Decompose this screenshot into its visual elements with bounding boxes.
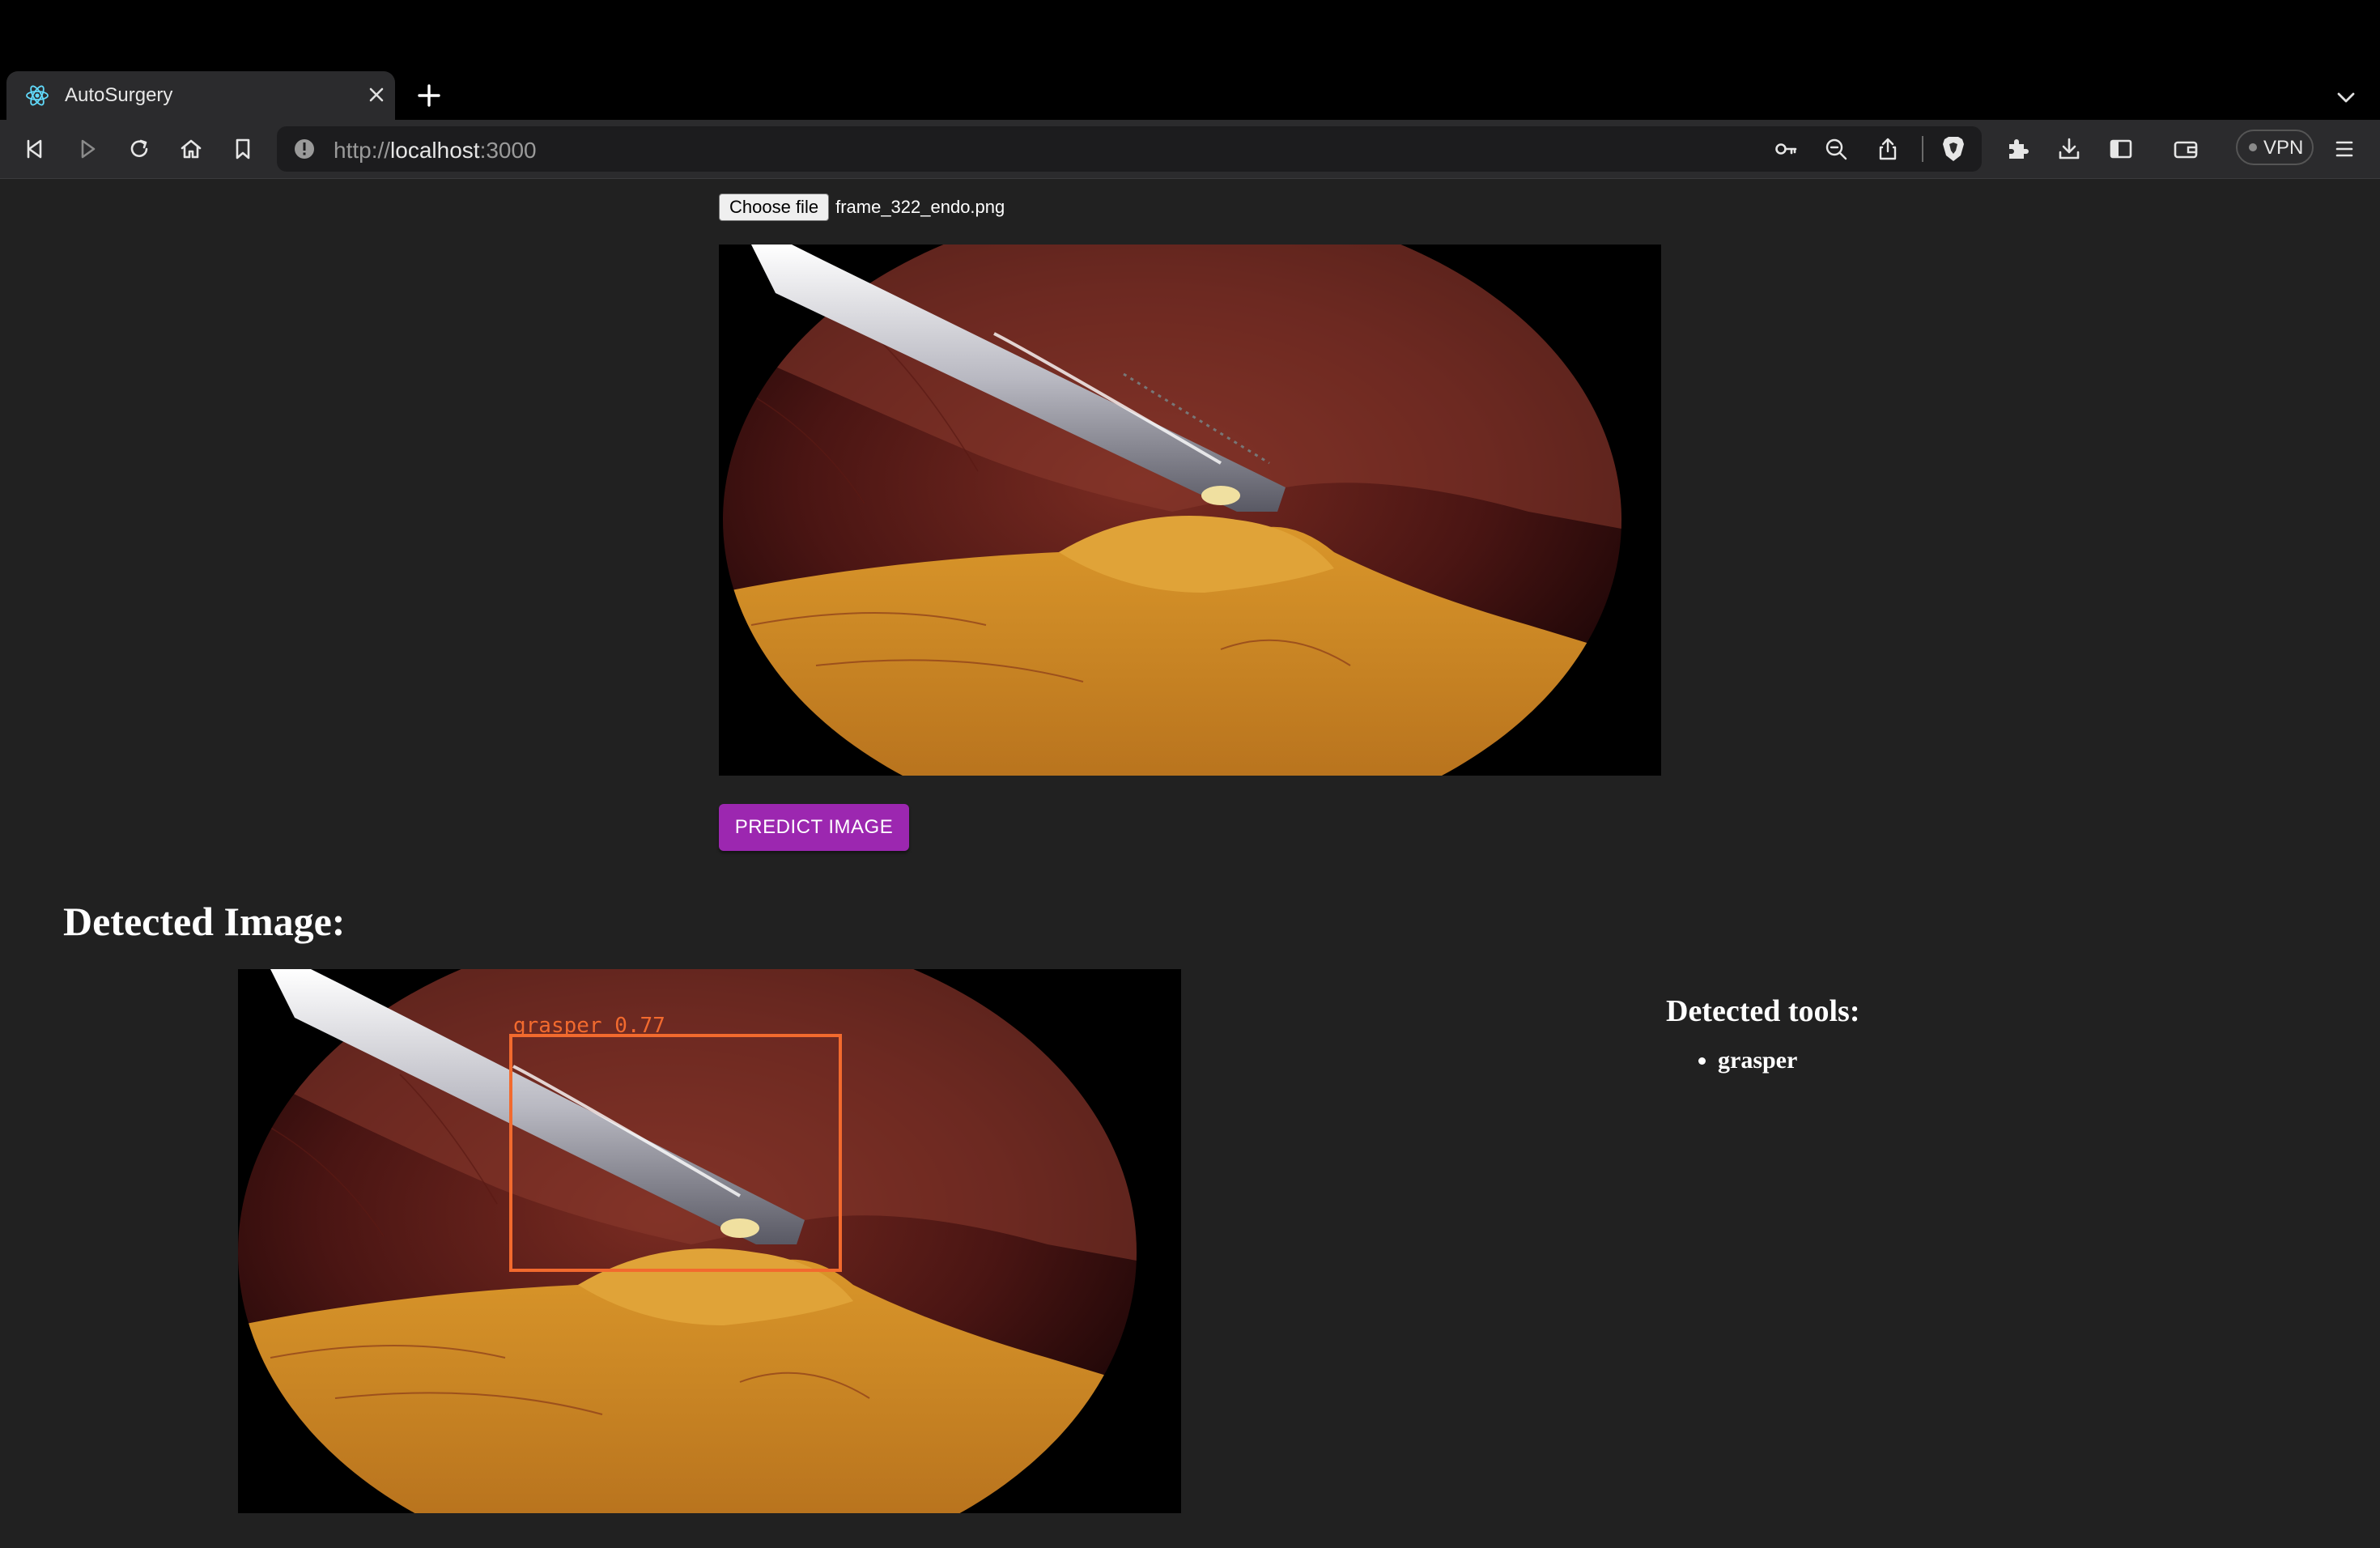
page-content: Choose file frame_322_endo.png PREDICT I… [0, 179, 2380, 1548]
info-icon[interactable] [293, 138, 316, 160]
choose-file-button[interactable]: Choose file [719, 194, 830, 221]
tab-title: AutoSurgery [65, 84, 173, 106]
download-icon[interactable] [2055, 134, 2084, 164]
predict-image-button[interactable]: PREDICT IMAGE [719, 804, 909, 851]
key-icon[interactable] [1773, 136, 1799, 162]
detected-image: grasper 0.77 [238, 969, 1181, 1513]
uploaded-image [719, 245, 1661, 776]
address-bar[interactable]: http://localhost:3000 [277, 126, 1982, 172]
react-icon [26, 85, 49, 106]
file-upload: Choose file frame_322_endo.png [719, 194, 1005, 221]
sidebar-icon[interactable] [2106, 134, 2136, 164]
brave-shield-icon[interactable] [1940, 134, 1967, 164]
list-item: grasper [1718, 1047, 1797, 1074]
tab-strip: AutoSurgery [0, 0, 2380, 120]
wallet-icon[interactable] [2171, 134, 2200, 164]
back-icon[interactable] [21, 134, 50, 164]
menu-icon[interactable] [2330, 134, 2359, 164]
extensions-icon[interactable] [2003, 134, 2032, 164]
url-text[interactable]: http://localhost:3000 [334, 138, 537, 164]
bookmark-icon[interactable] [228, 134, 257, 164]
selected-file-name: frame_322_endo.png [835, 197, 1005, 217]
browser-tab[interactable]: AutoSurgery [6, 71, 395, 120]
vpn-button[interactable]: VPN [2236, 130, 2314, 165]
chevron-down-icon[interactable] [2331, 83, 2361, 112]
detected-tools-list: grasper [1697, 1047, 1797, 1074]
zoom-out-icon[interactable] [1823, 136, 1849, 162]
separator [1922, 136, 1923, 162]
detected-tools-heading: Detected tools: [1666, 994, 1860, 1028]
browser-toolbar: http://localhost:3000 VPN [0, 120, 2380, 179]
reload-icon[interactable] [125, 134, 154, 164]
plus-icon[interactable] [413, 79, 445, 112]
close-icon[interactable] [363, 81, 390, 108]
forward-icon[interactable] [73, 134, 102, 164]
share-icon[interactable] [1875, 136, 1901, 162]
home-icon[interactable] [176, 134, 206, 164]
detection-label: grasper 0.77 [513, 1014, 665, 1038]
vpn-status-dot [2249, 143, 2257, 151]
detected-image-heading: Detected Image: [63, 899, 346, 944]
vpn-label: VPN [2263, 137, 2304, 159]
